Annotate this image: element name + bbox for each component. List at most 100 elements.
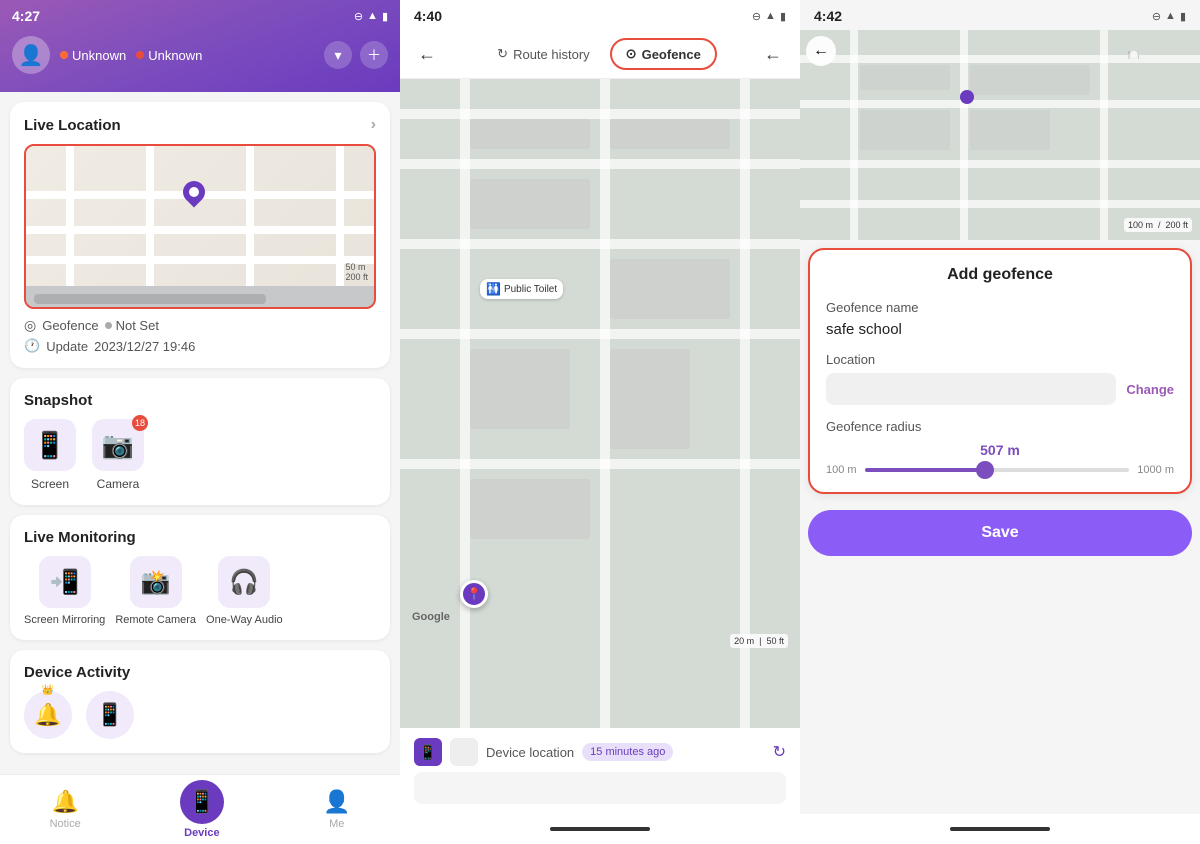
panel1-content: Live Location › 50 m 2 (0, 92, 400, 774)
tab-geofence-label: Geofence (642, 47, 701, 62)
geofence-status: Not Set (105, 318, 159, 333)
panel3-content: Add geofence Geofence name safe school L… (800, 240, 1200, 814)
snapshot-card: Snapshot 📱 Screen 📷 18 Camera (10, 378, 390, 505)
battery-icon-3: ▮ (1180, 10, 1186, 23)
map-road-v3 (246, 146, 254, 286)
da-icon-wrap-2: 📱 (86, 691, 134, 739)
live-map[interactable]: 50 m 200 ft (24, 144, 376, 309)
time-ago-badge: 15 minutes ago (582, 743, 673, 761)
wifi-icon-2: ▲ (765, 10, 776, 22)
save-button[interactable]: Save (808, 510, 1192, 556)
status-icons-2: ⊖ ▲ ▮ (752, 10, 786, 23)
toilet-label: Public Toilet (504, 284, 557, 295)
scale-2b: 50 ft (766, 636, 784, 646)
location-address-input[interactable] (826, 373, 1116, 405)
snapshot-camera-item[interactable]: 📷 18 Camera (92, 419, 144, 491)
geofence-label: Geofence (42, 318, 98, 333)
panel2-map[interactable]: 📍 🚻 Public Toilet 20 m | 50 ft Google (400, 79, 800, 728)
me-icon: 👤 (323, 789, 350, 815)
device-location-pin: 📍 (460, 580, 488, 608)
p3-road-v2 (960, 30, 968, 240)
map-block-6 (610, 349, 690, 449)
header-actions: ▾ ＋ (324, 41, 388, 69)
snapshot-screen-icon-wrap: 📱 (24, 419, 76, 471)
scale-3b: 200 ft (1165, 220, 1188, 230)
map-bg-3: 🍽️ 100 m / 200 ft (800, 30, 1200, 240)
live-location-title: Live Location › (24, 116, 376, 134)
user1-label: Unknown (72, 48, 126, 63)
avatar: 👤 (12, 36, 50, 74)
user-icon: 👤 (19, 43, 44, 68)
panel3-map: 🍽️ 100 m / 200 ft ← (800, 30, 1200, 240)
phone-icon: 📱 (96, 702, 123, 728)
map-block-1 (470, 119, 590, 149)
scale-2: 200 ft (345, 272, 368, 282)
device-location-label: Device location (486, 745, 574, 760)
screen-mirroring-icon-wrap: 📲 (39, 556, 91, 608)
tab-route-history[interactable]: ↻ Route history (483, 38, 604, 70)
nav-device-label: Device (184, 827, 219, 839)
screen-mirroring-item[interactable]: 📲 Screen Mirroring (24, 556, 105, 626)
notice-icon: 🔔 (51, 789, 78, 815)
nav-device[interactable]: 📱 Device (180, 780, 224, 839)
geofence-map-pin (960, 90, 974, 104)
p3-road-v1 (850, 30, 858, 240)
device-activity-card: Device Activity 🔔 👑 📱 (10, 650, 390, 753)
tab-geofence[interactable]: ⊙ Geofence (610, 38, 717, 70)
map-block-5 (470, 349, 570, 429)
nav-me[interactable]: 👤 Me (323, 789, 350, 830)
panel-1: 4:27 ⊖ ▲ ▮ 👤 Unknown Unknown (0, 0, 400, 844)
home-indicator-3 (950, 827, 1050, 831)
geofence-radius-label: Geofence radius (826, 419, 1174, 434)
address-blur (34, 294, 266, 304)
tab-route-history-label: Route history (513, 47, 590, 62)
snapshot-title: Snapshot (24, 392, 376, 409)
screen-mirroring-icon: 📲 (50, 568, 80, 597)
da-item-1[interactable]: 🔔 👑 (24, 691, 72, 739)
remote-camera-item[interactable]: 📸 Remote Camera (115, 556, 196, 626)
one-way-audio-item[interactable]: 🎧 One-Way Audio (206, 556, 283, 626)
p2-tabs: ↻ Route history ⊙ Geofence (450, 38, 750, 70)
wifi-icon-3: ▲ (1165, 10, 1176, 22)
status-icons-3: ⊖ ▲ ▮ (1152, 10, 1186, 23)
snapshot-camera-icon-wrap: 📷 18 (92, 419, 144, 471)
live-location-title-text: Live Location (24, 117, 121, 134)
home-bar-3 (800, 814, 1200, 844)
geofence-name-value: safe school (826, 321, 1174, 338)
snapshot-screen-item[interactable]: 📱 Screen (24, 419, 76, 491)
device-row: 📱 Device location 15 minutes ago ↻ (414, 738, 786, 766)
refresh-button[interactable]: ↻ (773, 742, 786, 762)
p3-block-2 (970, 65, 1090, 95)
dropdown-btn[interactable]: ▾ (324, 41, 352, 69)
map-pin-inner (189, 187, 199, 197)
map-scale: 50 m 200 ft (345, 262, 368, 282)
map-address-bar (26, 286, 374, 309)
device-icon: 📱 (188, 789, 215, 815)
back-button-3[interactable]: ← (806, 36, 836, 66)
monitoring-grid: 📲 Screen Mirroring 📸 Remote Camera 🎧 One… (24, 556, 376, 626)
map-block-4 (610, 259, 730, 319)
add-btn[interactable]: ＋ (360, 41, 388, 69)
map-road-v2 (146, 146, 154, 286)
p3-block-1 (860, 65, 950, 90)
geofence-info-row: ◎ Geofence Not Set (24, 317, 376, 334)
back-button-2b[interactable]: ← (758, 39, 788, 69)
geofence-name-label: Geofence name (826, 300, 1174, 315)
map-block-2 (610, 119, 730, 149)
bottom-nav: 🔔 Notice 📱 Device 👤 Me (0, 774, 400, 844)
map-background: 50 m 200 ft (26, 146, 374, 286)
map-road-v1 (66, 146, 74, 286)
remote-camera-label: Remote Camera (115, 614, 196, 626)
change-button[interactable]: Change (1126, 382, 1174, 397)
back-button-2[interactable]: ← (412, 39, 442, 69)
add-geofence-card: Add geofence Geofence name safe school L… (808, 248, 1192, 494)
p3-road-v3 (1100, 30, 1108, 240)
p2-road-v1 (460, 79, 470, 728)
live-monitoring-title-text: Live Monitoring (24, 529, 136, 546)
nav-me-label: Me (329, 818, 344, 830)
google-logo: Google (412, 611, 450, 623)
p3-road-h4 (800, 200, 1200, 208)
radius-slider[interactable] (865, 468, 1130, 472)
da-item-2[interactable]: 📱 (86, 691, 134, 739)
nav-notice[interactable]: 🔔 Notice (50, 789, 81, 830)
